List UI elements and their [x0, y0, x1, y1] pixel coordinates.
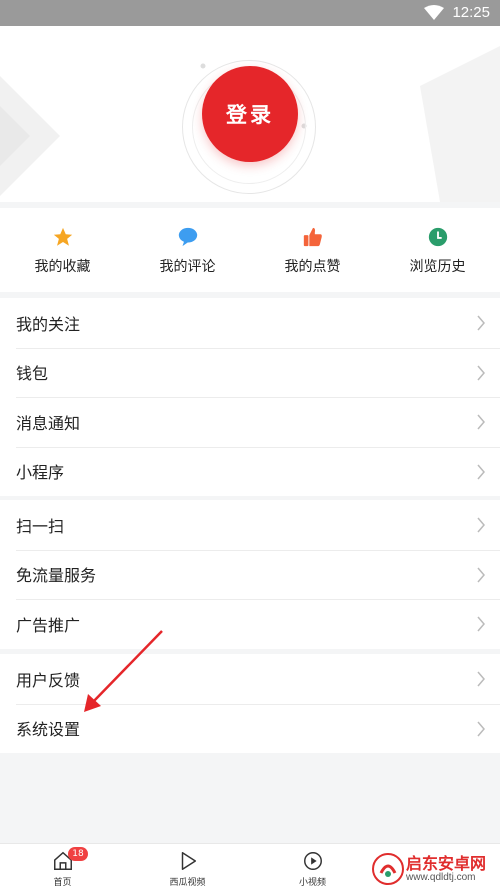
watermark-url: www.qdldtj.com: [406, 872, 476, 883]
tab-label: 西瓜视频: [169, 878, 206, 888]
annotation-arrow: [84, 630, 163, 712]
watermark: 启东安卓网 www.qdldtj.com: [370, 850, 500, 889]
play-icon: [181, 852, 196, 870]
tab-short-video[interactable]: 小视频: [250, 844, 375, 889]
watermark-logo: [372, 853, 404, 885]
watermark-title: 启东安卓网: [406, 854, 487, 873]
tab-label: 小视频: [298, 878, 326, 888]
tab-xigua-video[interactable]: 西瓜视频: [125, 844, 250, 889]
notification-badge: 18: [68, 847, 88, 861]
tab-label: 首页: [53, 878, 72, 888]
tab-home[interactable]: 18 首页: [0, 844, 125, 889]
short-video-icon: [303, 852, 322, 870]
